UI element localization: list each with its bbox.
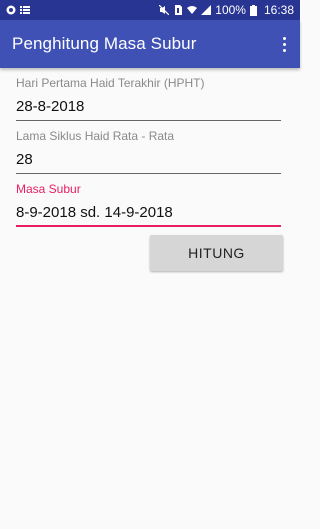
fertile-period-input[interactable]: 8-9-2018 sd. 14-9-2018 [16,204,281,227]
cycle-length-input[interactable]: 28 [16,151,281,174]
clock: 16:38 [263,3,294,17]
app-title: Penghitung Masa Subur [12,34,197,53]
sim-icon [173,5,183,15]
hpht-input[interactable]: 28-8-2018 [16,98,281,121]
hpht-field[interactable]: Hari Pertama Haid Terakhir (HPHT) 28-8-2… [16,76,281,121]
battery-percent: 100% [215,3,246,17]
fertile-period-label: Masa Subur [16,182,81,196]
calculate-button[interactable]: HITUNG [150,235,283,271]
cycle-length-label: Lama Siklus Haid Rata - Rata [16,129,175,143]
status-right: 100% 16:38 [159,3,294,17]
app-notification-icon [6,5,16,15]
fertile-period-field[interactable]: Masa Subur 8-9-2018 sd. 14-9-2018 [16,182,281,227]
mute-icon [159,5,170,15]
overflow-menu-icon[interactable] [274,29,294,59]
signal-icon [201,5,212,15]
hpht-label: Hari Pertama Haid Terakhir (HPHT) [16,76,205,90]
wifi-icon [187,5,198,15]
status-bar: 100% 16:38 [0,0,300,20]
overflow-dot [282,42,286,46]
overflow-dot [282,48,286,52]
status-left [6,5,30,15]
overflow-dot [282,36,286,40]
battery-icon [249,5,260,16]
app-bar: Penghitung Masa Subur [0,20,300,68]
list-notification-icon [20,5,30,15]
cycle-length-field[interactable]: Lama Siklus Haid Rata - Rata 28 [16,129,281,174]
